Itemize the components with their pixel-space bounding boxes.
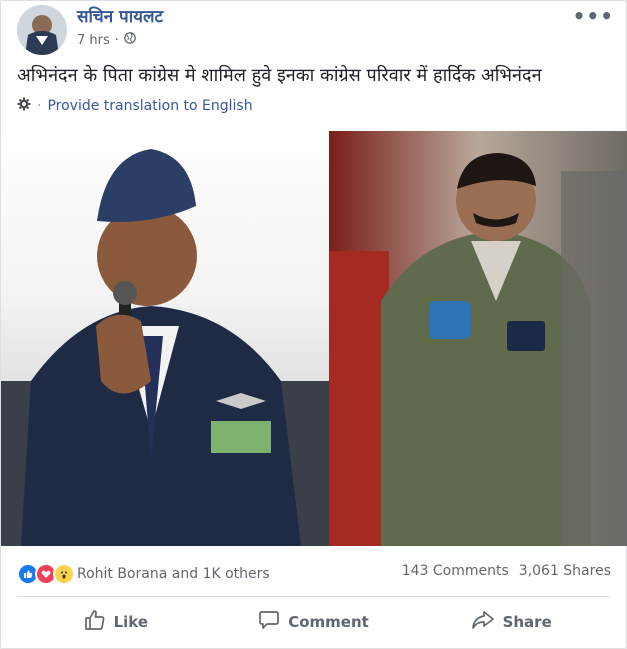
gear-icon — [17, 97, 31, 115]
comment-bubble-icon — [258, 609, 280, 635]
comments-count[interactable]: 143 Comments — [402, 563, 509, 579]
translate-label: Provide translation to English — [47, 98, 253, 114]
translate-dot: · — [37, 98, 42, 114]
more-options-icon[interactable]: ••• — [573, 4, 614, 28]
post-time[interactable]: 7 hrs — [77, 33, 110, 48]
share-label: Share — [502, 613, 552, 631]
post-meta: 7 hrs · — [77, 32, 136, 48]
globe-icon[interactable] — [124, 32, 136, 48]
post-text: अभिनंदन के पिता कांग्रेस मे शामिल हुवे इ… — [17, 65, 542, 86]
reactions-label[interactable]: Rohit Borana and 1K others — [77, 566, 270, 582]
thumbs-up-icon — [84, 609, 106, 635]
translate-link[interactable]: · Provide translation to English — [17, 97, 253, 115]
comment-label: Comment — [288, 613, 369, 631]
action-bar: Like Comment Share — [17, 605, 610, 639]
share-button[interactable]: Share — [412, 605, 610, 639]
like-button[interactable]: Like — [17, 605, 215, 639]
post-photo[interactable] — [1, 131, 627, 546]
engagement-counts: 143 Comments 3,061 Shares — [402, 563, 611, 579]
shares-count[interactable]: 3,061 Shares — [519, 563, 611, 579]
like-label: Like — [113, 613, 149, 631]
share-arrow-icon — [471, 609, 495, 635]
reaction-icons — [17, 563, 75, 585]
meta-separator: · — [114, 32, 119, 48]
author-avatar[interactable] — [17, 5, 67, 55]
wow-icon — [53, 563, 75, 585]
comment-button[interactable]: Comment — [215, 605, 413, 639]
post-card: सचिन पायलट 7 hrs · ••• अभिनंदन के पिता क… — [0, 0, 627, 649]
author-name[interactable]: सचिन पायलट — [77, 4, 163, 27]
actions-divider — [17, 596, 610, 597]
reactions-summary[interactable]: Rohit Borana and 1K others — [17, 563, 270, 585]
